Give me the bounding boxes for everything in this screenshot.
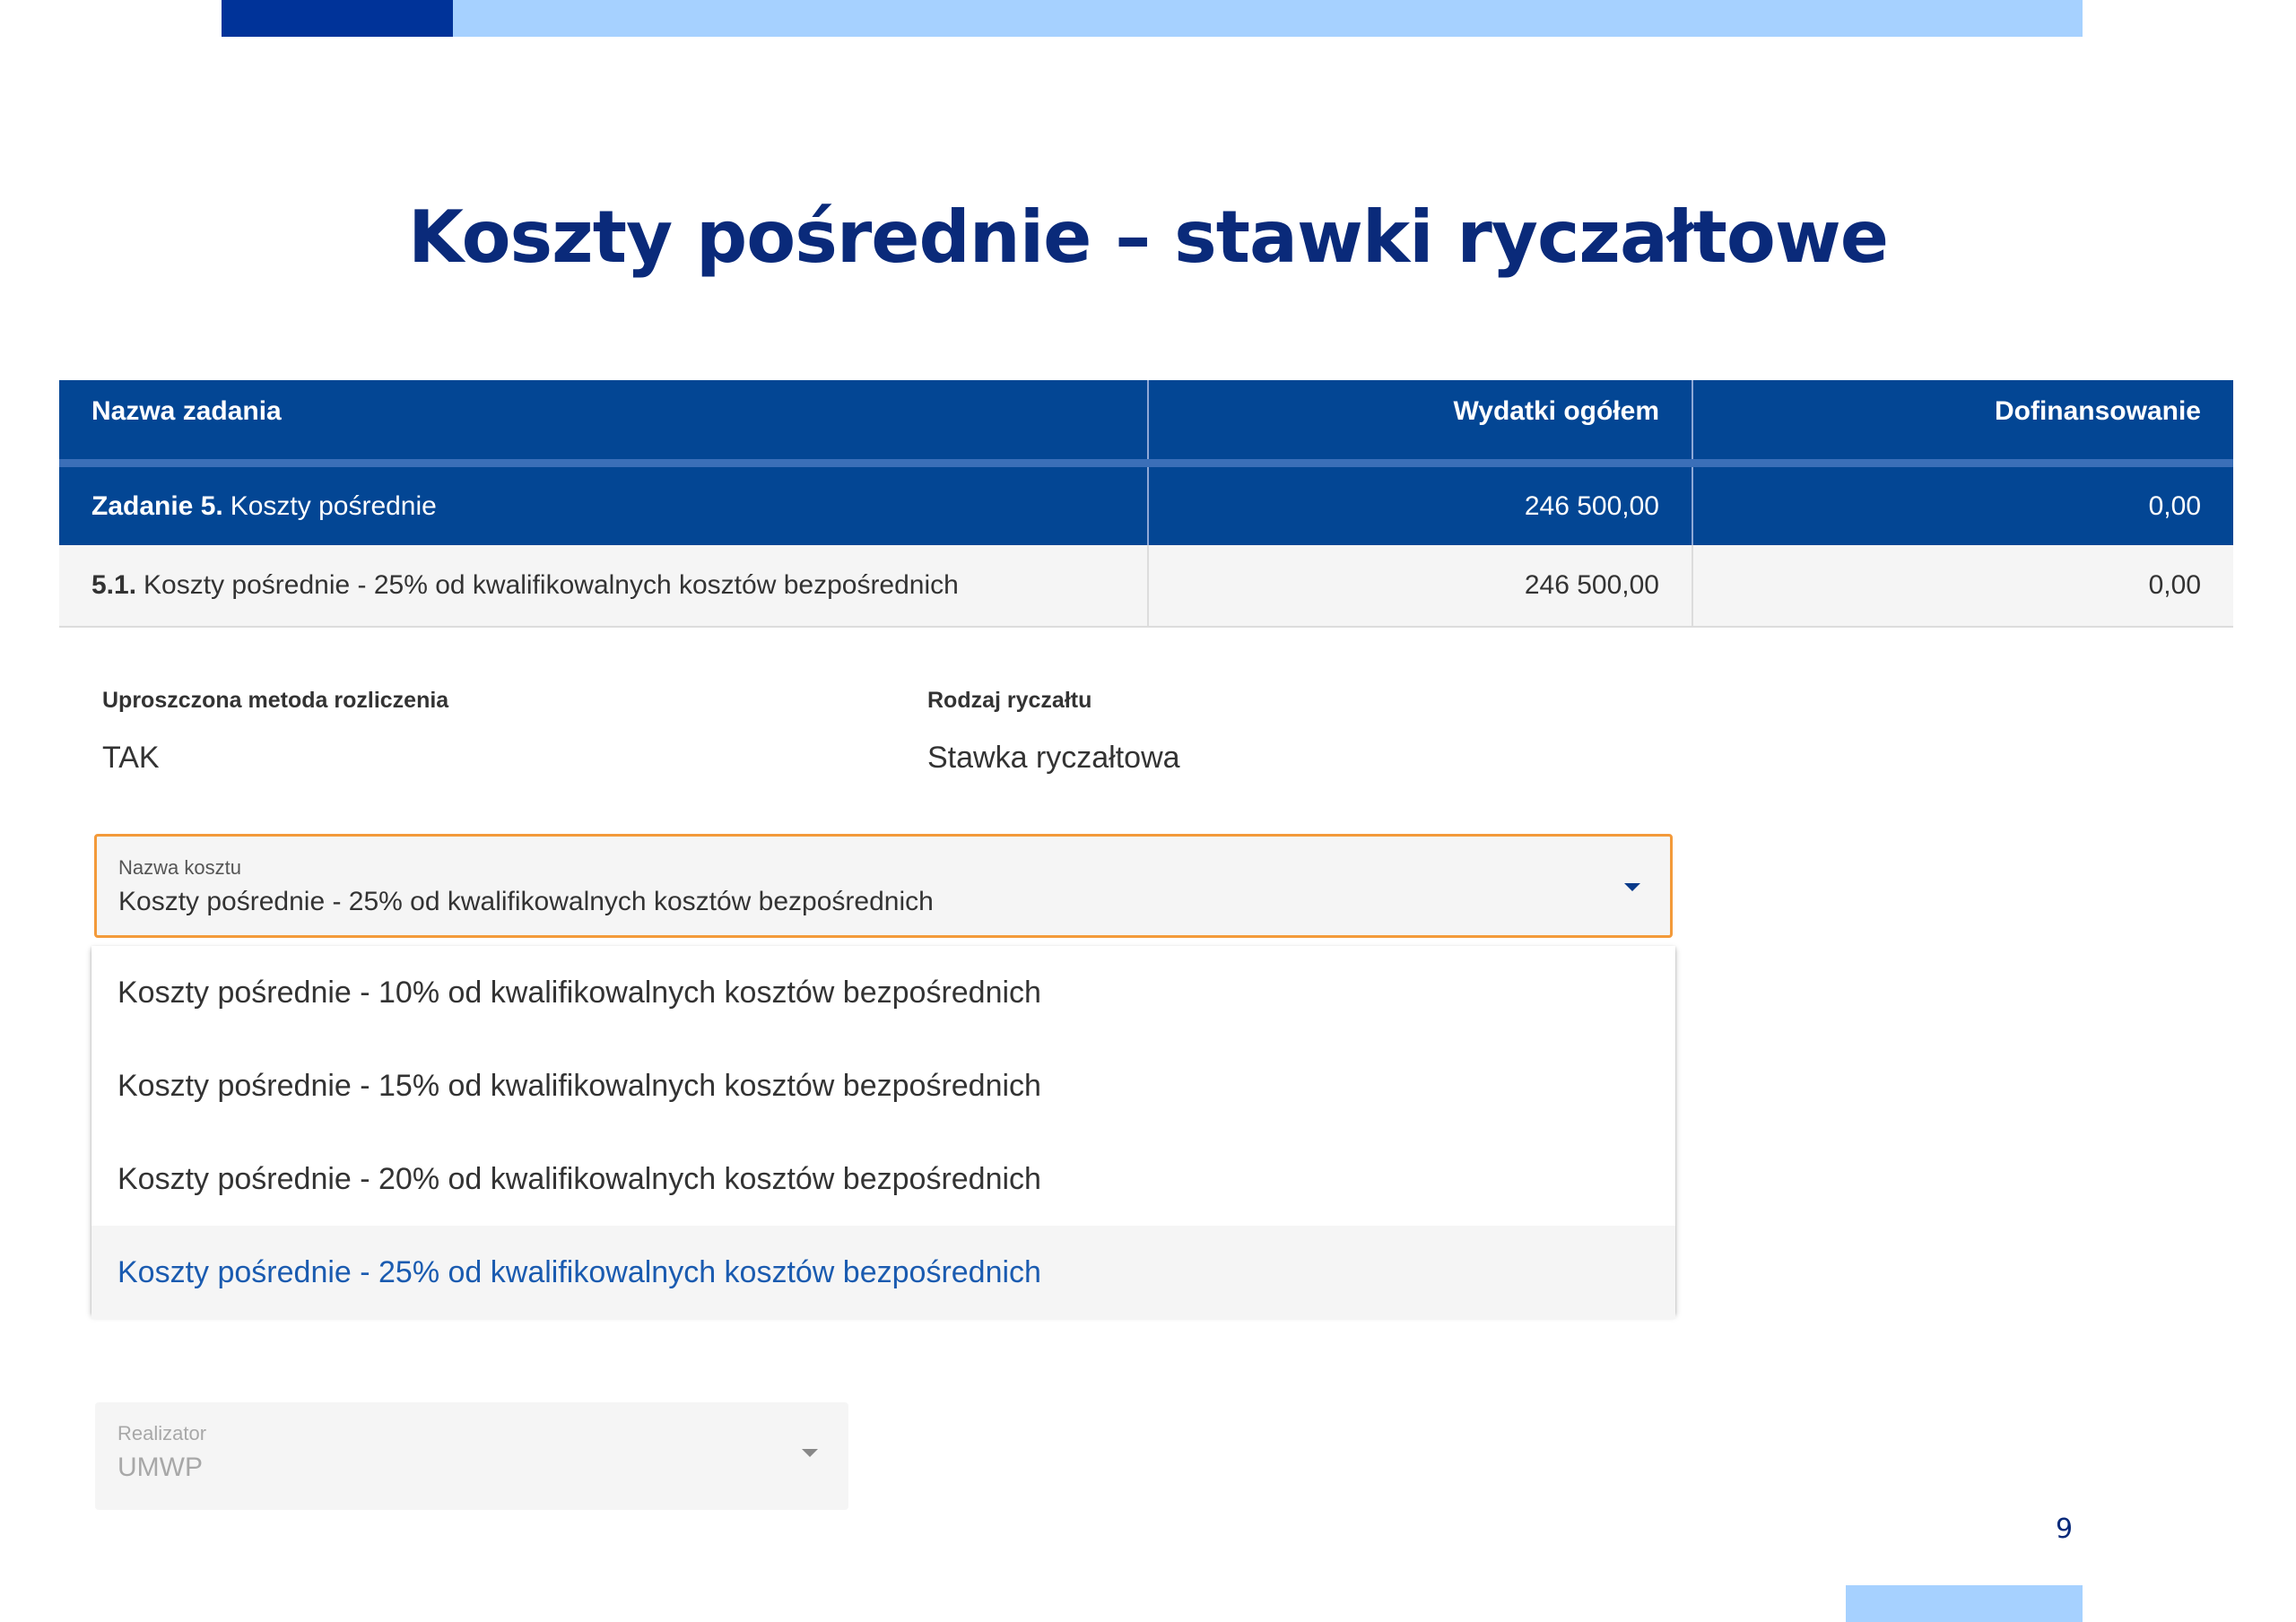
dropdown-option-20[interactable]: Koszty pośrednie - 20% od kwalifikowalny… [91,1132,1675,1226]
realizator-label: Realizator [117,1422,207,1444]
rodzaj-ryczaltu-label: Rodzaj ryczałtu [927,688,1092,713]
task-wydatki-cell: 246 500,00 [1147,467,1692,545]
subtask-prefix: 5.1. [91,570,137,600]
uproszczona-metoda-value: TAK [102,741,160,775]
nazwa-kosztu-select[interactable]: Nazwa kosztu Koszty pośrednie - 25% od k… [94,834,1673,938]
table-row-task[interactable]: Zadanie 5. Koszty pośrednie 246 500,00 0… [59,459,2233,545]
subtask-name: Koszty pośrednie - 25% od kwalifikowalny… [144,570,959,600]
page-title: Koszty pośrednie – stawki ryczałtowe [408,195,1889,279]
task-prefix: Zadanie 5. [91,490,223,521]
subtask-wydatki-cell: 246 500,00 [1147,545,1692,626]
column-header-wydatki-ogolem: Wydatki ogółem [1147,380,1692,459]
caret-down-icon [802,1449,818,1457]
nazwa-kosztu-dropdown-menu: Koszty pośrednie - 10% od kwalifikowalny… [91,946,1675,1319]
caret-down-icon[interactable] [1624,883,1640,891]
dropdown-option-10[interactable]: Koszty pośrednie - 10% od kwalifikowalny… [91,946,1675,1039]
realizator-select: Realizator UMWP [95,1402,848,1510]
column-header-nazwa-zadania: Nazwa zadania [91,396,282,426]
column-header-dofinansowanie: Dofinansowanie [1692,380,2233,459]
bottom-accent-bar [1846,1585,2083,1622]
table-row-subtask[interactable]: 5.1. Koszty pośrednie - 25% od kwalifiko… [59,545,2233,628]
nazwa-kosztu-label: Nazwa kosztu [118,856,241,879]
top-accent-bar-light [453,0,2083,37]
realizator-value: UMWP [117,1453,203,1482]
subtask-dofinansowanie-cell: 0,00 [1692,545,2233,626]
tasks-table: Nazwa zadania Wydatki ogółem Dofinansowa… [59,380,2233,628]
top-accent-bar-dark [222,0,453,37]
task-dofinansowanie-cell: 0,00 [1692,467,2233,545]
uproszczona-metoda-label: Uproszczona metoda rozliczenia [102,688,449,713]
task-name-cell: Zadanie 5. Koszty pośrednie [59,467,1147,545]
dropdown-option-25-selected[interactable]: Koszty pośrednie - 25% od kwalifikowalny… [91,1226,1675,1319]
table-header-row: Nazwa zadania Wydatki ogółem Dofinansowa… [59,380,2233,459]
subtask-name-cell: 5.1. Koszty pośrednie - 25% od kwalifiko… [59,545,1147,626]
dropdown-option-15[interactable]: Koszty pośrednie - 15% od kwalifikowalny… [91,1039,1675,1132]
nazwa-kosztu-value: Koszty pośrednie - 25% od kwalifikowalny… [118,887,934,916]
task-name: Koszty pośrednie [230,490,437,521]
rodzaj-ryczaltu-value: Stawka ryczałtowa [927,741,1180,775]
page-number: 9 [2056,1514,2074,1545]
